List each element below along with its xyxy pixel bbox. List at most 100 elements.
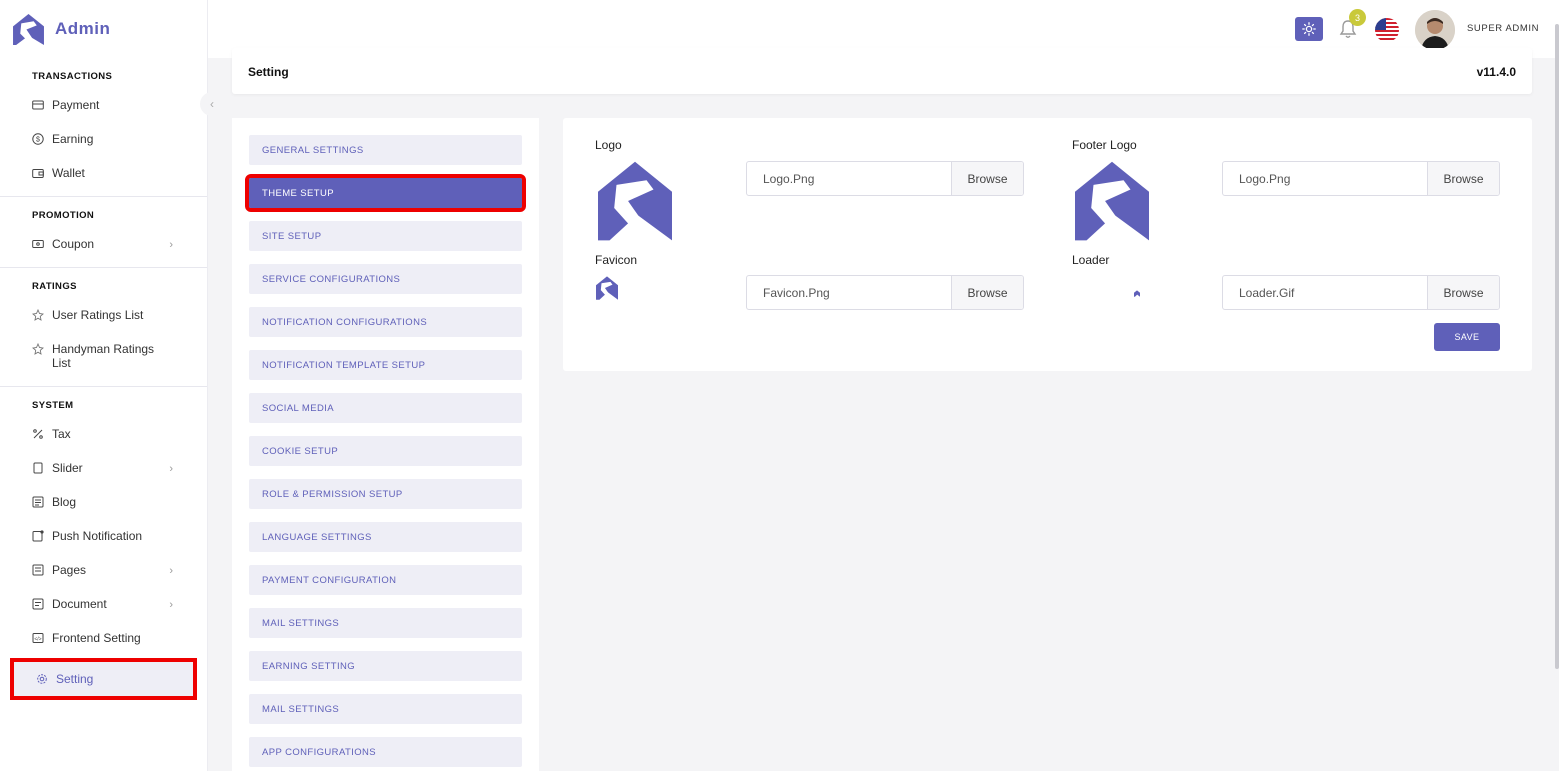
tab-site-setup[interactable]: SITE SETUP	[249, 221, 522, 251]
chevron-right-icon: ›	[169, 463, 173, 475]
sidebar-item-label: Earning	[52, 132, 94, 146]
brand-name: Admin	[55, 19, 111, 38]
tab-mail-settings[interactable]: MAIL SETTINGS	[249, 694, 522, 724]
footer-logo-browse-button[interactable]: Browse	[1427, 162, 1499, 195]
tab-earning-setting[interactable]: EARNING SETTING	[249, 651, 522, 681]
sidebar-item-label: Payment	[52, 98, 100, 112]
avatar[interactable]	[1415, 10, 1455, 50]
page-header: Setting v11.4.0	[232, 48, 1532, 94]
sidebar-item-slider[interactable]: Slider ›	[0, 451, 207, 485]
footer-logo-label: Footer Logo	[1072, 138, 1137, 152]
tab-notification-template-setup[interactable]: NOTIFICATION TEMPLATE SETUP	[249, 350, 522, 380]
sidebar-item-label: Setting	[56, 672, 94, 686]
nav-section-system: SYSTEM Tax Slider › Blog Push Notification Pag…	[0, 386, 207, 706]
sidebar-item-user-ratings-list[interactable]: User Ratings List	[0, 298, 207, 332]
sidebar-item-earning[interactable]: $ Earning	[0, 122, 207, 156]
us-flag-icon[interactable]	[1375, 18, 1399, 42]
svg-text:$: $	[36, 137, 40, 144]
tab-mail-settings[interactable]: MAIL SETTINGS	[249, 608, 522, 638]
document-icon	[32, 598, 44, 610]
sidebar-item-setting[interactable]: Setting	[10, 658, 197, 700]
favicon-preview	[596, 276, 618, 300]
theme-setup-card: Logo Logo.Png Browse Footer Logo Logo.Pn…	[563, 118, 1532, 371]
theme-toggle-button[interactable]	[1295, 17, 1323, 41]
tab-app-configurations[interactable]: APP CONFIGURATIONS	[249, 737, 522, 767]
tab-general-settings[interactable]: GENERAL SETTINGS	[249, 135, 522, 165]
sidebar-item-blog[interactable]: Blog	[0, 485, 207, 519]
logo-preview	[598, 161, 672, 241]
logo-label: Logo	[595, 138, 622, 152]
nav-section-promotion: PROMOTION Coupon ›	[0, 196, 207, 267]
sidebar-item-label: Document	[52, 597, 107, 611]
tab-payment-configuration[interactable]: PAYMENT CONFIGURATION	[249, 565, 522, 595]
sidebar-item-coupon[interactable]: Coupon ›	[0, 227, 207, 261]
sidebar-item-label: Coupon	[52, 237, 95, 251]
loader-label: Loader	[1072, 253, 1110, 267]
sidebar-item-label: Slider	[52, 461, 83, 475]
nav-section-transactions: TRANSACTIONS Payment $ Earning Wallet	[0, 58, 207, 196]
sidebar-item-label: Wallet	[52, 166, 85, 180]
nav-section-ratings: RATINGS User Ratings List Handyman Ratings…	[0, 267, 207, 386]
nav-section-title: SYSTEM	[32, 400, 74, 411]
sidebar-item-document[interactable]: Document ›	[0, 587, 207, 621]
gear-icon	[36, 673, 48, 685]
loader-browse-button[interactable]: Browse	[1427, 276, 1499, 309]
sidebar-item-wallet[interactable]: Wallet	[0, 156, 207, 190]
version-label: v11.4.0	[1476, 65, 1516, 79]
percent-icon	[32, 428, 44, 440]
favicon-label: Favicon	[595, 253, 638, 267]
wallet-icon	[32, 167, 44, 179]
sidebar-item-label: Push Notification	[52, 529, 143, 543]
settings-tabs: GENERAL SETTINGS THEME SETUP SITE SETUP SER…	[232, 118, 539, 771]
favicon-filename: Favicon.Png	[763, 286, 830, 300]
earning-icon: $	[32, 133, 44, 145]
svg-text:</>: </>	[34, 636, 41, 642]
sidebar-item-label: Handyman Ratings List	[52, 342, 155, 370]
chevron-right-icon: ›	[169, 239, 173, 251]
sidebar-item-label: Tax	[52, 427, 71, 441]
loader-preview	[1134, 290, 1140, 297]
logo-filename: Logo.Png	[763, 172, 815, 186]
sidebar-item-tax[interactable]: Tax	[0, 417, 207, 451]
page-title: Setting	[248, 65, 289, 79]
save-button[interactable]: SAVE	[1434, 323, 1500, 351]
rating-icon	[31, 308, 45, 321]
tab-cookie-setup[interactable]: COOKIE SETUP	[249, 436, 522, 466]
tab-role-permission-setup[interactable]: ROLE & PERMISSION SETUP	[249, 479, 522, 509]
sidebar-item-push-notification[interactable]: Push Notification	[0, 519, 207, 553]
brand[interactable]: Admin	[0, 0, 207, 58]
blog-icon	[32, 496, 44, 508]
notification-badge: 3	[1349, 9, 1366, 26]
favicon-browse-button[interactable]: Browse	[951, 276, 1023, 309]
nav-section-title: PROMOTION	[32, 210, 95, 221]
payment-icon	[32, 99, 44, 111]
sidebar-item-label: Pages	[52, 563, 87, 577]
tab-service-configurations[interactable]: SERVICE CONFIGURATIONS	[249, 264, 522, 294]
footer-logo-preview	[1075, 161, 1149, 241]
tab-theme-setup[interactable]: THEME SETUP	[245, 174, 526, 212]
tab-notification-configurations[interactable]: NOTIFICATION CONFIGURATIONS	[249, 307, 522, 337]
sidebar-item-payment[interactable]: Payment	[0, 88, 207, 122]
tab-social-media[interactable]: SOCIAL MEDIA	[249, 393, 522, 423]
page-scrollbar[interactable]	[1555, 24, 1559, 669]
loader-file-input[interactable]: Loader.Gif Browse	[1222, 275, 1500, 310]
sidebar-collapse-toggle[interactable]: ‹	[200, 92, 224, 116]
chevron-right-icon: ›	[169, 565, 173, 577]
sidebar-item-label: Blog	[52, 495, 77, 509]
sidebar-item-handyman-ratings-list[interactable]: Handyman Ratings List	[0, 332, 207, 380]
chevron-right-icon: ›	[169, 599, 173, 611]
slider-icon	[32, 462, 44, 474]
logo-file-input[interactable]: Logo.Png Browse	[746, 161, 1024, 196]
pages-icon	[32, 564, 44, 576]
sidebar-item-frontend-setting[interactable]: </> Frontend Setting	[0, 621, 207, 655]
logo-browse-button[interactable]: Browse	[951, 162, 1023, 195]
footer-logo-file-input[interactable]: Logo.Png Browse	[1222, 161, 1500, 196]
tab-language-settings[interactable]: LANGUAGE SETTINGS	[249, 522, 522, 552]
sidebar: Admin TRANSACTIONS Payment $ Earning Wallet P…	[0, 0, 208, 771]
nav-section-title: RATINGS	[32, 281, 77, 292]
logo-icon	[13, 13, 44, 45]
sidebar-item-pages[interactable]: Pages ›	[0, 553, 207, 587]
frontend-icon: </>	[32, 632, 44, 644]
favicon-file-input[interactable]: Favicon.Png Browse	[746, 275, 1024, 310]
username[interactable]: SUPER ADMIN	[1467, 23, 1539, 34]
